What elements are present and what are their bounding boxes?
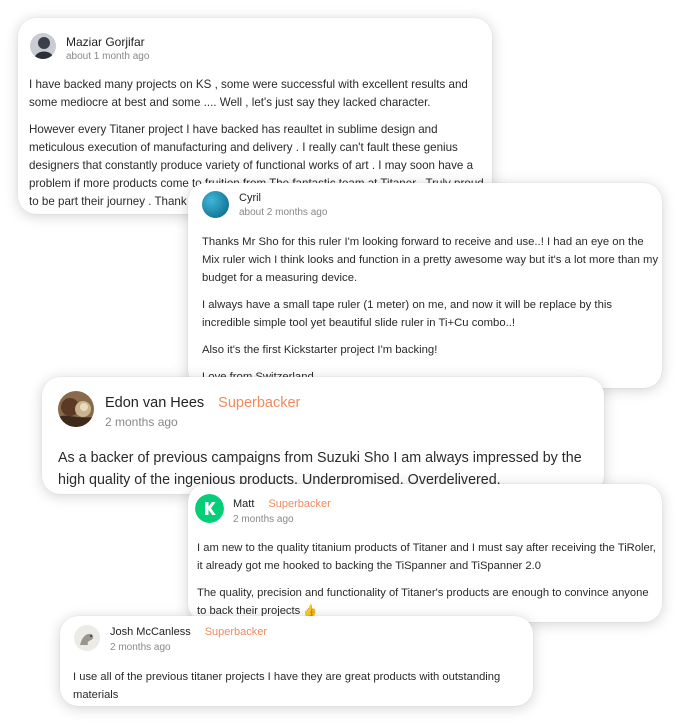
review-card: Cyril about 2 months ago Thanks Mr Sho f… <box>188 183 662 388</box>
review-timestamp: about 2 months ago <box>239 207 328 218</box>
review-paragraph: The quality, precision and functionality… <box>197 587 649 617</box>
review-timestamp: 2 months ago <box>110 642 171 653</box>
author-name-text: Cyril <box>239 192 261 204</box>
avatar <box>202 191 229 218</box>
author-name-text: Matt <box>233 498 255 510</box>
review-paragraph: I always have a small tape ruler (1 mete… <box>202 299 613 329</box>
avatar <box>195 494 224 523</box>
author-name-text: Josh McCanless <box>110 626 191 638</box>
review-timestamp: about 1 month ago <box>66 51 150 62</box>
review-paragraph: Also it's the first Kickstarter project … <box>202 344 438 356</box>
review-paragraph: I have backed many projects on KS , some… <box>29 78 468 109</box>
avatar <box>58 391 94 427</box>
author-name: Cyril <box>239 192 261 204</box>
review-paragraph: I use all of the previous titaner projec… <box>73 671 501 701</box>
author-name: Edon van Hees Superbacker <box>105 395 300 411</box>
avatar <box>30 33 56 59</box>
review-card: Edon van Hees Superbacker 2 months ago As… <box>42 377 604 494</box>
review-paragraph: I am new to the quality titanium product… <box>197 542 656 572</box>
author-name: Maziar Gorjifar <box>66 35 145 49</box>
superbacker-badge: Superbacker <box>204 626 268 638</box>
review-body: Thanks Mr Sho for this ruler I'm looking… <box>202 233 662 386</box>
review-paragraph: Thanks Mr Sho for this ruler I'm looking… <box>202 236 659 284</box>
avatar <box>74 625 100 651</box>
author-name: Matt Superbacker <box>233 498 331 510</box>
review-body: I am new to the quality titanium product… <box>197 539 659 620</box>
superbacker-badge: Superbacker <box>218 395 301 411</box>
author-name-text: Edon van Hees <box>105 395 205 411</box>
review-timestamp: 2 months ago <box>105 415 178 429</box>
superbacker-badge: Superbacker <box>268 498 331 510</box>
author-name: Josh McCanless Superbacker <box>110 626 267 638</box>
review-card: Josh McCanless Superbacker 2 months ago I… <box>60 616 533 706</box>
author-name-text: Maziar Gorjifar <box>66 35 145 49</box>
review-body: I use all of the previous titaner projec… <box>73 668 528 704</box>
review-timestamp: 2 months ago <box>233 514 294 525</box>
review-card: Matt Superbacker 2 months ago I am new to… <box>188 484 662 622</box>
